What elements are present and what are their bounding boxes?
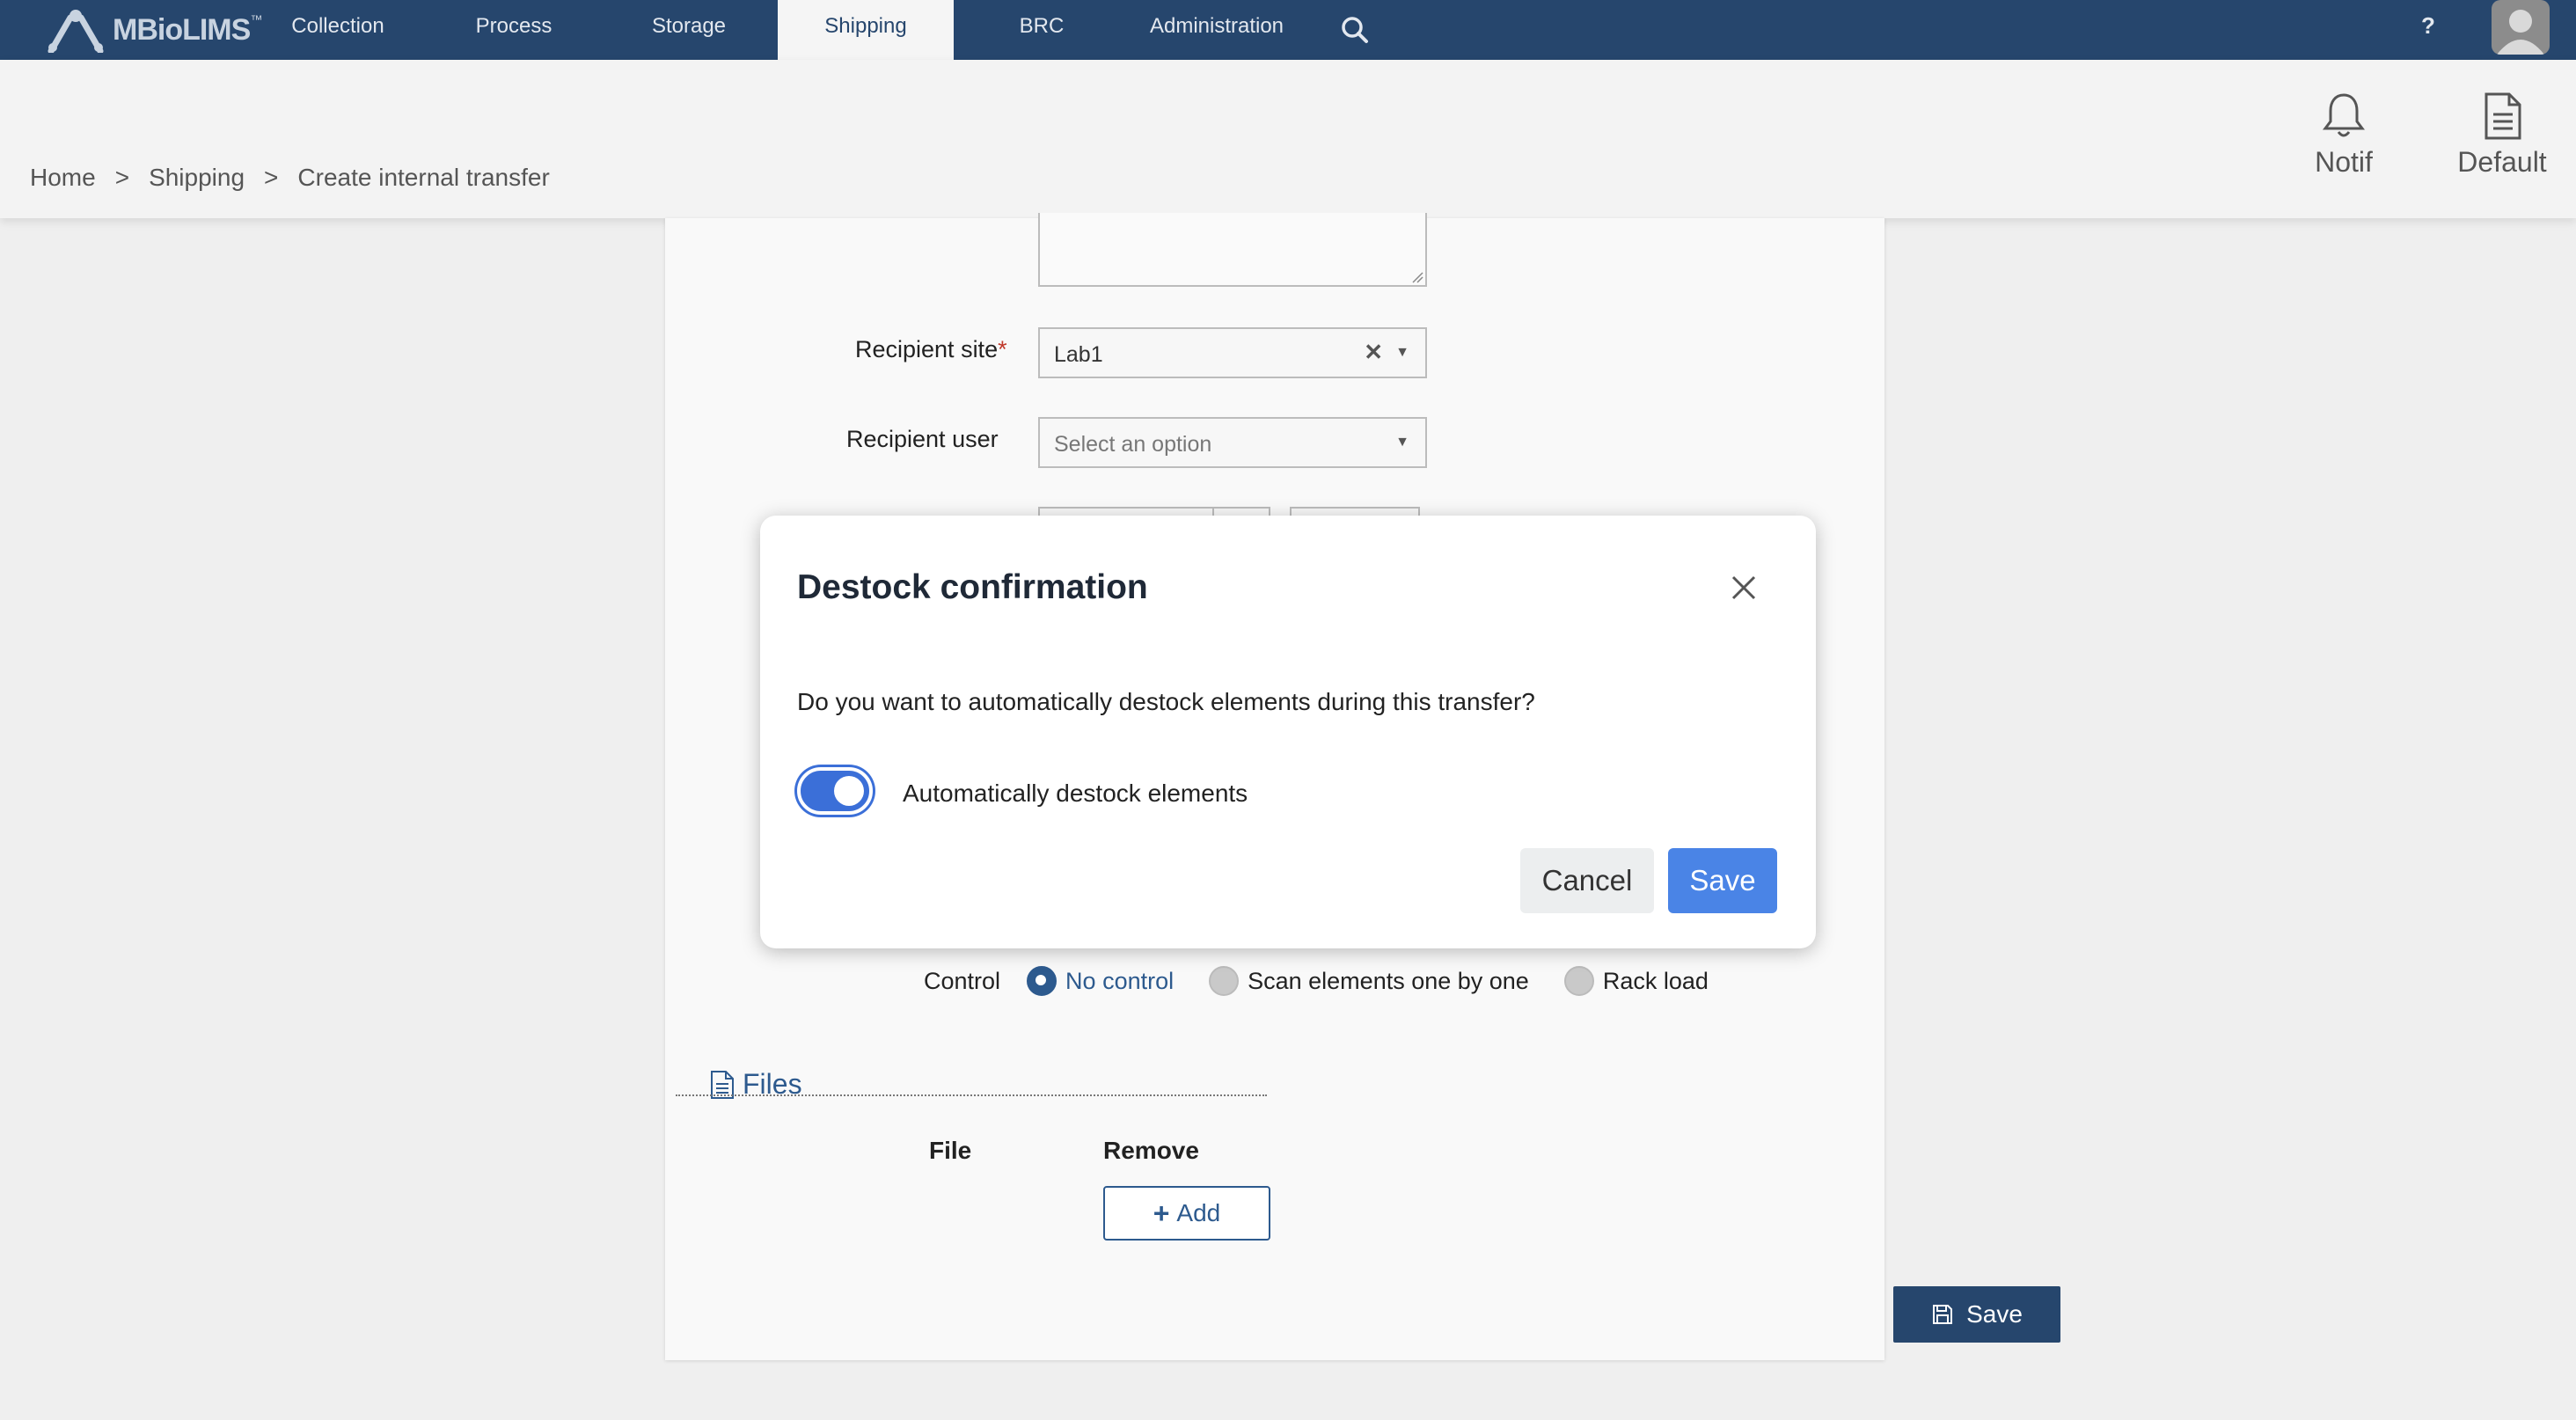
auto-destock-toggle[interactable] (797, 767, 873, 815)
bell-icon (2323, 93, 2365, 137)
file-column-header: File (929, 1137, 972, 1164)
add-file-button[interactable]: + Add (1103, 1186, 1270, 1241)
radio-rack-load[interactable] (1563, 966, 1594, 996)
plus-icon: + (1153, 1197, 1170, 1229)
default-document-button[interactable]: Default (2441, 91, 2564, 179)
breadcrumb-home[interactable]: Home (30, 164, 96, 192)
control-label: Control (924, 967, 1001, 994)
toggle-knob (834, 776, 864, 806)
recipient-user-placeholder: Select an option (1054, 432, 1212, 457)
breadcrumb-current: Create internal transfer (297, 164, 550, 191)
required-marker: * (998, 336, 1007, 362)
control-radio-group: Control No control Scan elements one by … (924, 966, 1709, 996)
radio-no-control[interactable] (1027, 966, 1057, 996)
breadcrumb-separator: > (264, 164, 279, 191)
notifications-button[interactable]: Notif (2282, 91, 2405, 179)
dropdown-arrow-icon: ▼ (1395, 435, 1409, 450)
breadcrumb: Home > Shipping > Create internal transf… (30, 164, 550, 192)
dialog-title: Destock confirmation (797, 568, 1148, 606)
nav-storage[interactable]: Storage (625, 0, 753, 60)
app-logo[interactable]: MBioLIMS ™ (44, 5, 262, 55)
document-icon (2485, 92, 2521, 140)
breadcrumb-separator: > (114, 164, 130, 191)
no-control-label[interactable]: No control (1065, 968, 1174, 995)
recipient-site-select[interactable]: Lab1 ✕ ▼ (1038, 327, 1427, 378)
nav-brc[interactable]: BRC (984, 0, 1100, 60)
save-label: Save (1966, 1300, 2023, 1328)
top-navigation-bar: MBioLIMS ™ Collection Process Storage Sh… (0, 0, 2576, 60)
auto-destock-label[interactable]: Automatically destock elements (903, 780, 1248, 808)
notif-label: Notif (2315, 146, 2373, 178)
recipient-site-label: Recipient site* (855, 336, 1007, 362)
logo-trademark: ™ (250, 12, 263, 26)
dialog-question: Do you want to automatically destock ele… (797, 688, 1535, 715)
destock-confirmation-dialog: Destock confirmation Do you want to auto… (760, 516, 1816, 948)
scan-one-by-one-label[interactable]: Scan elements one by one (1248, 968, 1529, 995)
nav-collection[interactable]: Collection (273, 0, 403, 60)
remove-column-header: Remove (1103, 1137, 1199, 1164)
clear-icon[interactable]: ✕ (1364, 339, 1383, 366)
user-avatar[interactable] (2492, 0, 2550, 55)
dialog-save-button[interactable]: Save (1668, 848, 1777, 913)
breadcrumb-shipping[interactable]: Shipping (149, 164, 245, 192)
page-header (0, 60, 2576, 218)
cancel-button[interactable]: Cancel (1520, 848, 1654, 913)
nav-shipping[interactable]: Shipping (778, 0, 954, 60)
default-label: Default (2457, 146, 2547, 178)
dropdown-arrow-icon: ▼ (1395, 345, 1409, 360)
radio-scan-one-by-one[interactable] (1209, 966, 1240, 996)
files-divider (676, 1094, 1267, 1096)
recipient-user-label: Recipient user (846, 426, 999, 452)
floppy-disk-icon (1933, 1305, 1953, 1324)
nav-process[interactable]: Process (450, 0, 577, 60)
nav-administration[interactable]: Administration (1137, 0, 1297, 60)
help-button[interactable]: ? (2421, 12, 2435, 40)
resize-handle-icon[interactable] (1411, 271, 1423, 283)
logo-icon (48, 10, 104, 53)
search-icon[interactable] (1339, 14, 1371, 46)
recipient-user-select[interactable]: Select an option ▼ (1038, 417, 1427, 468)
logo-text: MBioLIMS (113, 12, 251, 47)
add-label: Add (1176, 1199, 1221, 1226)
rack-load-label[interactable]: Rack load (1603, 968, 1709, 995)
save-button[interactable]: Save (1893, 1286, 2060, 1343)
comment-textarea[interactable] (1038, 213, 1427, 287)
recipient-site-value: Lab1 (1054, 342, 1103, 367)
close-icon[interactable] (1728, 572, 1760, 604)
avatar-icon (2497, 10, 2544, 55)
